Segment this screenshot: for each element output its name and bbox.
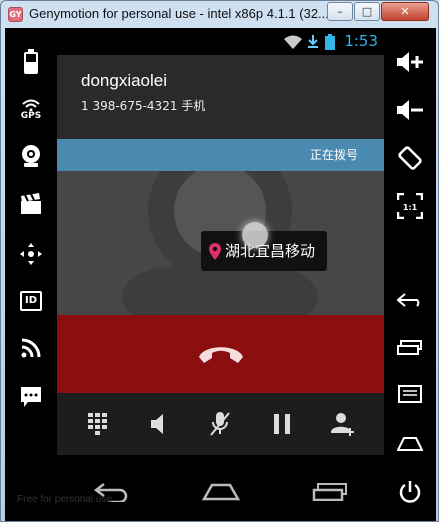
recent-apps-side-icon <box>397 340 422 355</box>
caller-photo: 湖北宜昌移动 <box>57 171 384 315</box>
status-bar: 1:53 <box>57 28 384 55</box>
speaker-icon <box>151 414 164 434</box>
webcam-button[interactable] <box>11 136 51 176</box>
home-icon <box>201 483 240 501</box>
dpad-button[interactable] <box>11 234 51 274</box>
scale-button[interactable]: 1:1 <box>390 186 430 226</box>
clapper-icon <box>21 193 41 214</box>
battery-status-icon <box>325 34 335 50</box>
id-label: ID <box>24 295 38 306</box>
end-call-button[interactable] <box>57 315 384 393</box>
gps-button[interactable]: GPS <box>11 90 51 130</box>
clock: 1:53 <box>344 32 378 50</box>
download-icon <box>308 35 318 48</box>
left-toolbar: GPS ID <box>5 28 57 521</box>
location-text: 湖北宜昌移动 <box>225 242 316 260</box>
dialpad-icon <box>87 413 107 435</box>
caller-header: dongxiaolei 1 398-675-4321 手机 <box>57 55 384 139</box>
volume-down-icon <box>397 100 423 120</box>
network-button[interactable] <box>11 328 51 368</box>
battery-icon <box>24 49 38 74</box>
gps-label: GPS <box>20 111 42 121</box>
add-call-icon <box>331 413 355 436</box>
capture-button[interactable] <box>11 184 51 224</box>
right-toolbar: 1:1 <box>384 28 436 521</box>
home-side-icon <box>397 437 423 451</box>
nav-recent-apps-button[interactable] <box>308 477 352 507</box>
call-state-bar: 正在拨号 <box>57 139 384 171</box>
back-button[interactable] <box>390 280 430 320</box>
home-button[interactable] <box>390 424 430 464</box>
mute-button[interactable] <box>198 402 242 446</box>
close-button[interactable]: ✕ <box>381 2 429 21</box>
genymotion-window: GY Genymotion for personal use - intel x… <box>0 0 439 522</box>
menu-button[interactable] <box>390 374 430 414</box>
webcam-icon <box>22 145 40 167</box>
caller-name: dongxiaolei <box>81 71 168 90</box>
hold-button[interactable] <box>260 402 304 446</box>
android-nav-bar <box>57 455 384 521</box>
battery-button[interactable] <box>11 42 51 82</box>
volume-up-button[interactable] <box>390 42 430 82</box>
wifi-signal-icon <box>22 99 40 111</box>
emulator-frame: GPS ID 1:53 dongxiaolei 1 398-675-4321 手… <box>5 28 436 521</box>
speaker-button[interactable] <box>137 402 181 446</box>
back-icon <box>397 293 420 307</box>
mute-mic-icon <box>210 412 231 436</box>
title-bar[interactable]: GY Genymotion for personal use - intel x… <box>1 1 438 28</box>
genymotion-app-icon[interactable]: GY <box>8 7 23 22</box>
android-screen: 1:53 dongxiaolei 1 398-675-4321 手机 正在拨号 … <box>57 28 384 521</box>
power-button[interactable] <box>390 472 430 512</box>
hangup-phone-icon <box>198 347 243 363</box>
scale-icon: 1:1 <box>397 193 423 219</box>
id-icon: ID <box>20 291 42 311</box>
touch-indicator <box>242 222 268 248</box>
add-call-button[interactable] <box>321 402 365 446</box>
caller-number: 1 398-675-4321 手机 <box>81 99 206 113</box>
rss-icon <box>21 338 41 358</box>
dialpad-button[interactable] <box>76 402 120 446</box>
sms-icon <box>21 387 41 407</box>
recent-apps-button[interactable] <box>390 328 430 368</box>
in-call-controls <box>57 393 384 455</box>
pause-icon <box>273 414 290 434</box>
minimize-button[interactable]: – <box>327 2 353 21</box>
window-title: Genymotion for personal use - intel x86p… <box>29 6 329 21</box>
volume-down-button[interactable] <box>390 90 430 130</box>
menu-icon <box>398 385 422 403</box>
nav-home-button[interactable] <box>199 477 243 507</box>
scale-label: 1:1 <box>403 203 418 212</box>
rotate-icon <box>398 146 422 170</box>
maximize-button[interactable]: □ <box>354 2 380 21</box>
dpad-icon <box>20 243 42 265</box>
sms-button[interactable] <box>11 377 51 417</box>
watermark-text: Free for personal use <box>17 494 113 505</box>
power-icon <box>399 481 421 503</box>
device-id-button[interactable]: ID <box>11 281 51 321</box>
recent-apps-icon <box>312 483 347 501</box>
rotate-button[interactable] <box>390 138 430 178</box>
volume-up-icon <box>397 52 423 72</box>
wifi-icon <box>284 35 302 49</box>
map-pin-icon <box>209 242 221 260</box>
